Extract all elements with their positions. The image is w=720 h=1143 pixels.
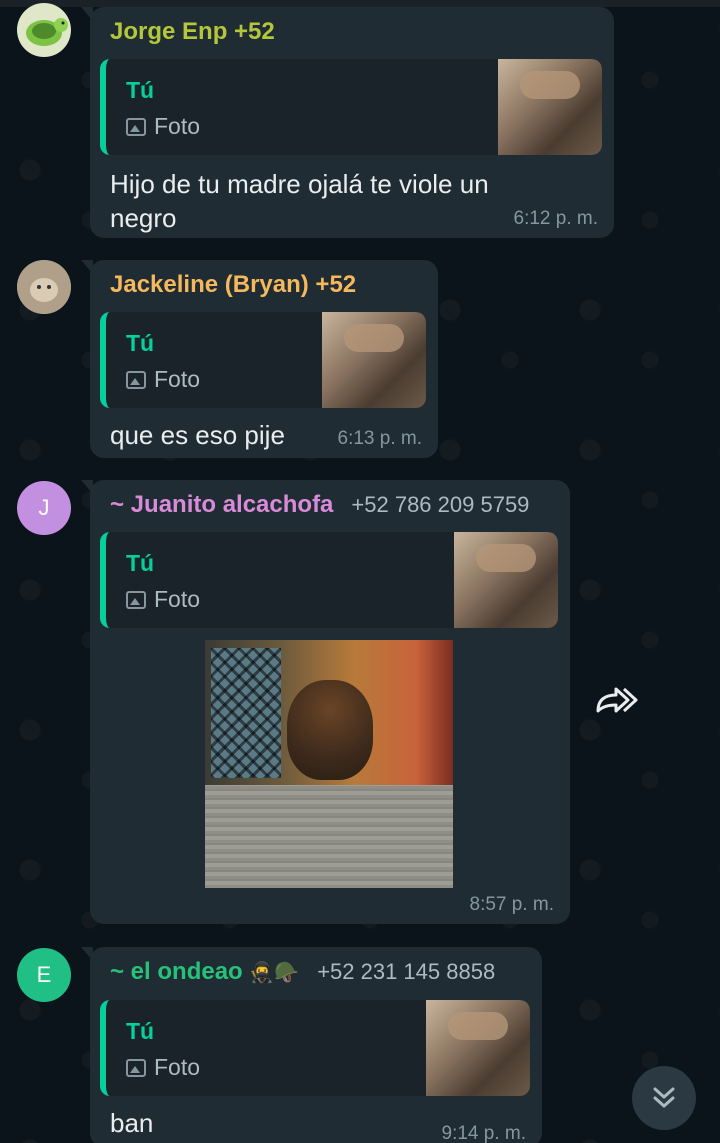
message-time: 8:57 p. m. [469,894,555,915]
sender-name-text[interactable]: ~ Juanito alcachofa [110,491,333,518]
sender-name[interactable]: ~ el ondeao 🥷🪖 +52 231 145 8858 [110,957,530,988]
message-photo[interactable] [205,640,453,888]
image-icon [126,1058,146,1077]
quote-type-label: Foto [154,366,201,392]
image-icon [126,590,146,609]
avatar-letter: E [36,962,52,987]
image-icon [126,117,146,136]
quoted-message[interactable]: Tú Foto [100,532,558,628]
quoted-message[interactable]: Tú Foto [100,312,426,408]
photo-wall [205,785,453,888]
avatar[interactable]: J [17,481,71,535]
quote-thumbnail [498,59,602,155]
sender-name-text[interactable]: ~ el ondeao [110,958,243,985]
avatar-letter: J [38,495,50,520]
sender-emojis: 🥷🪖 [249,962,300,984]
photo-person [287,680,373,780]
quoted-message[interactable]: Tú Foto [100,1000,530,1096]
message-text-line: Hijo de tu madre ojalá te viole un [110,169,489,199]
message-time: 6:12 p. m. [513,208,599,229]
message-time: 6:13 p. m. [337,428,423,449]
sender-phone: +52 231 145 8858 [317,959,496,984]
sender-phone: +52 786 209 5759 [351,492,530,517]
sender-name[interactable]: Jorge Enp +52 [110,17,602,47]
quote-type-label: Foto [154,586,201,612]
message-time: 9:14 p. m. [441,1123,527,1143]
quote-type-label: Foto [154,113,201,139]
cat-avatar[interactable] [17,260,71,314]
sender-name[interactable]: Jackeline (Bryan) +52 [110,270,426,300]
quote-type: Foto [126,366,200,393]
quote-thumbnail [454,532,558,628]
quote-type-label: Foto [154,1054,201,1080]
message-bubble[interactable]: ~ el ondeao 🥷🪖 +52 231 145 8858 Tú Foto b… [81,947,542,1143]
quote-thumbnail [322,312,426,408]
image-icon [126,370,146,389]
quoted-message[interactable]: Tú Foto [100,59,602,155]
turtle-avatar[interactable] [17,3,71,57]
quote-author: Tú [126,77,155,103]
quote-author: Tú [126,1018,155,1044]
sender-name[interactable]: ~ Juanito alcachofa +52 786 209 5759 [110,490,558,520]
message-bubble[interactable]: Jackeline (Bryan) +52 Tú Foto que es eso… [81,260,438,458]
message-bubble[interactable]: Jorge Enp +52 Tú Foto Hijo de tu madre o… [81,7,614,238]
scroll-down-button[interactable] [632,1066,696,1130]
avatar[interactable]: E [17,948,71,1002]
quote-type: Foto [126,113,200,140]
message-bubble[interactable]: ~ Juanito alcachofa +52 786 209 5759 Tú F… [81,480,570,924]
top-bar [0,0,720,7]
double-chevron-down-icon [653,1087,675,1108]
photo-lattice-window [211,648,281,778]
forward-icon[interactable] [592,680,640,720]
quote-author: Tú [126,330,155,356]
quote-type: Foto [126,586,200,613]
quote-type: Foto [126,1054,200,1081]
quote-thumbnail [426,1000,530,1096]
quote-author: Tú [126,550,155,576]
